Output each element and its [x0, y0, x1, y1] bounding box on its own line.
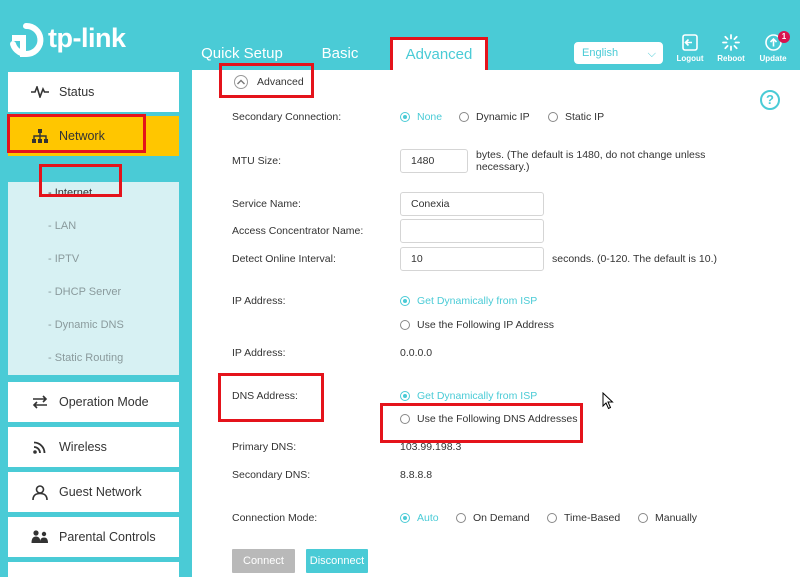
service-name-label: Service Name: — [232, 198, 301, 210]
ip-address-label: IP Address: — [232, 347, 286, 359]
advanced-toggle[interactable]: Advanced — [234, 75, 304, 89]
tab-quick-setup[interactable]: Quick Setup — [200, 36, 284, 72]
reboot-button[interactable]: Reboot — [710, 34, 752, 63]
sidebar-item-label: Guest Network — [59, 485, 142, 499]
reboot-label: Reboot — [717, 54, 745, 63]
language-select[interactable]: English ⌵ — [574, 42, 663, 64]
disconnect-button[interactable]: Disconnect — [306, 549, 368, 573]
sidebar-subitem-static-routing[interactable]: - Static Routing — [48, 352, 123, 364]
sidebar-item-guest-network[interactable]: Guest Network — [8, 472, 179, 512]
secondary-connection-label: Secondary Connection: — [232, 111, 342, 123]
update-button[interactable]: Update 1 — [752, 31, 794, 63]
update-label: Update — [759, 54, 787, 63]
sidebar-item-label: Status — [59, 85, 95, 99]
sidebar-item-network[interactable]: Network — [8, 116, 179, 156]
reboot-icon — [722, 34, 740, 51]
access-concentrator-label: Access Concentrator Name: — [232, 225, 364, 237]
mouse-pointer-icon — [602, 392, 614, 410]
dns-mode-label: DNS Address: — [232, 390, 298, 402]
family-icon — [29, 529, 51, 545]
swap-arrows-icon — [29, 394, 51, 410]
dns-dynamic-radio[interactable]: Get Dynamically from ISP — [400, 390, 537, 402]
ip-address-value: 0.0.0.0 — [400, 347, 433, 359]
access-concentrator-input[interactable] — [400, 219, 544, 243]
service-name-input[interactable]: Conexia — [400, 192, 544, 216]
sidebar-item-label: Operation Mode — [59, 395, 149, 409]
sidebar-subitem-iptv[interactable]: - IPTV — [48, 253, 79, 265]
advanced-toggle-label: Advanced — [257, 76, 304, 88]
sidebar-item-parental-controls[interactable]: Parental Controls — [8, 517, 179, 557]
sidebar-subitem-dhcp-server[interactable]: - DHCP Server — [48, 286, 121, 298]
logo-text: tp-link — [48, 22, 126, 53]
sidebar-subitem-dynamic-dns[interactable]: - Dynamic DNS — [48, 319, 124, 331]
tab-advanced[interactable]: Advanced — [391, 38, 487, 71]
detect-interval-hint: seconds. (0-120. The default is 10.) — [552, 253, 717, 265]
chevron-up-icon — [234, 75, 248, 89]
tp-link-logo: tp-link — [8, 22, 126, 60]
connect-button[interactable]: Connect — [232, 549, 295, 573]
secondary-dynamic-ip-radio[interactable]: Dynamic IP — [459, 111, 530, 123]
logout-label: Logout — [676, 54, 704, 63]
dns-static-radio[interactable]: Use the Following DNS Addresses — [400, 413, 578, 425]
wifi-icon — [29, 439, 51, 455]
sidebar-item-status[interactable]: Status — [8, 72, 179, 112]
tab-basic[interactable]: Basic — [318, 36, 362, 72]
chevron-down-icon: ⌵ — [647, 48, 656, 60]
sidebar-item-wireless[interactable]: Wireless — [8, 427, 179, 467]
primary-dns-value: 103.99.198.3 — [400, 441, 462, 453]
sidebar-item-label: Wireless — [59, 440, 107, 454]
sidebar-item-label: Parental Controls — [59, 530, 156, 544]
secondary-dns-label: Secondary DNS: — [232, 469, 311, 481]
update-badge: 1 — [778, 31, 790, 43]
detect-interval-input[interactable]: 10 — [400, 247, 544, 271]
sidebar-subitem-internet[interactable]: - Internet — [48, 187, 92, 199]
ip-dynamic-radio[interactable]: Get Dynamically from ISP — [400, 295, 537, 307]
pulse-icon — [29, 84, 51, 100]
primary-dns-label: Primary DNS: — [232, 441, 297, 453]
network-submenu: - Internet - LAN - IPTV - DHCP Server - … — [8, 182, 179, 375]
secondary-none-radio[interactable]: None — [400, 111, 442, 123]
help-icon[interactable]: ? — [760, 90, 780, 110]
language-selected-value: English — [582, 47, 619, 59]
conn-auto-radio[interactable]: Auto — [400, 512, 439, 524]
logout-icon — [682, 34, 698, 51]
mtu-input[interactable]: 1480 — [400, 149, 468, 173]
detect-interval-label: Detect Online Interval: — [232, 253, 336, 265]
mtu-label: MTU Size: — [232, 155, 282, 167]
conn-manually-radio[interactable]: Manually — [638, 512, 697, 524]
guest-user-icon — [29, 484, 51, 500]
tp-link-logo-icon — [8, 22, 46, 60]
conn-time-based-radio[interactable]: Time-Based — [547, 512, 620, 524]
sidebar-subitem-lan[interactable]: - LAN — [48, 220, 76, 232]
ip-static-radio[interactable]: Use the Following IP Address — [400, 319, 554, 331]
sidebar-item-next[interactable] — [8, 562, 179, 577]
sidebar-item-label: Network — [59, 129, 105, 143]
secondary-dns-value: 8.8.8.8 — [400, 469, 433, 481]
connection-mode-label: Connection Mode: — [232, 512, 318, 524]
logout-button[interactable]: Logout — [669, 34, 711, 63]
main-panel: Advanced ? Secondary Connection: None Dy… — [192, 70, 800, 577]
mtu-hint: bytes. (The default is 1480, do not chan… — [476, 149, 706, 173]
sidebar-item-operation-mode[interactable]: Operation Mode — [8, 382, 179, 422]
network-topology-icon — [29, 128, 51, 144]
ip-mode-label: IP Address: — [232, 295, 286, 307]
conn-on-demand-radio[interactable]: On Demand — [456, 512, 530, 524]
secondary-static-ip-radio[interactable]: Static IP — [548, 111, 604, 123]
